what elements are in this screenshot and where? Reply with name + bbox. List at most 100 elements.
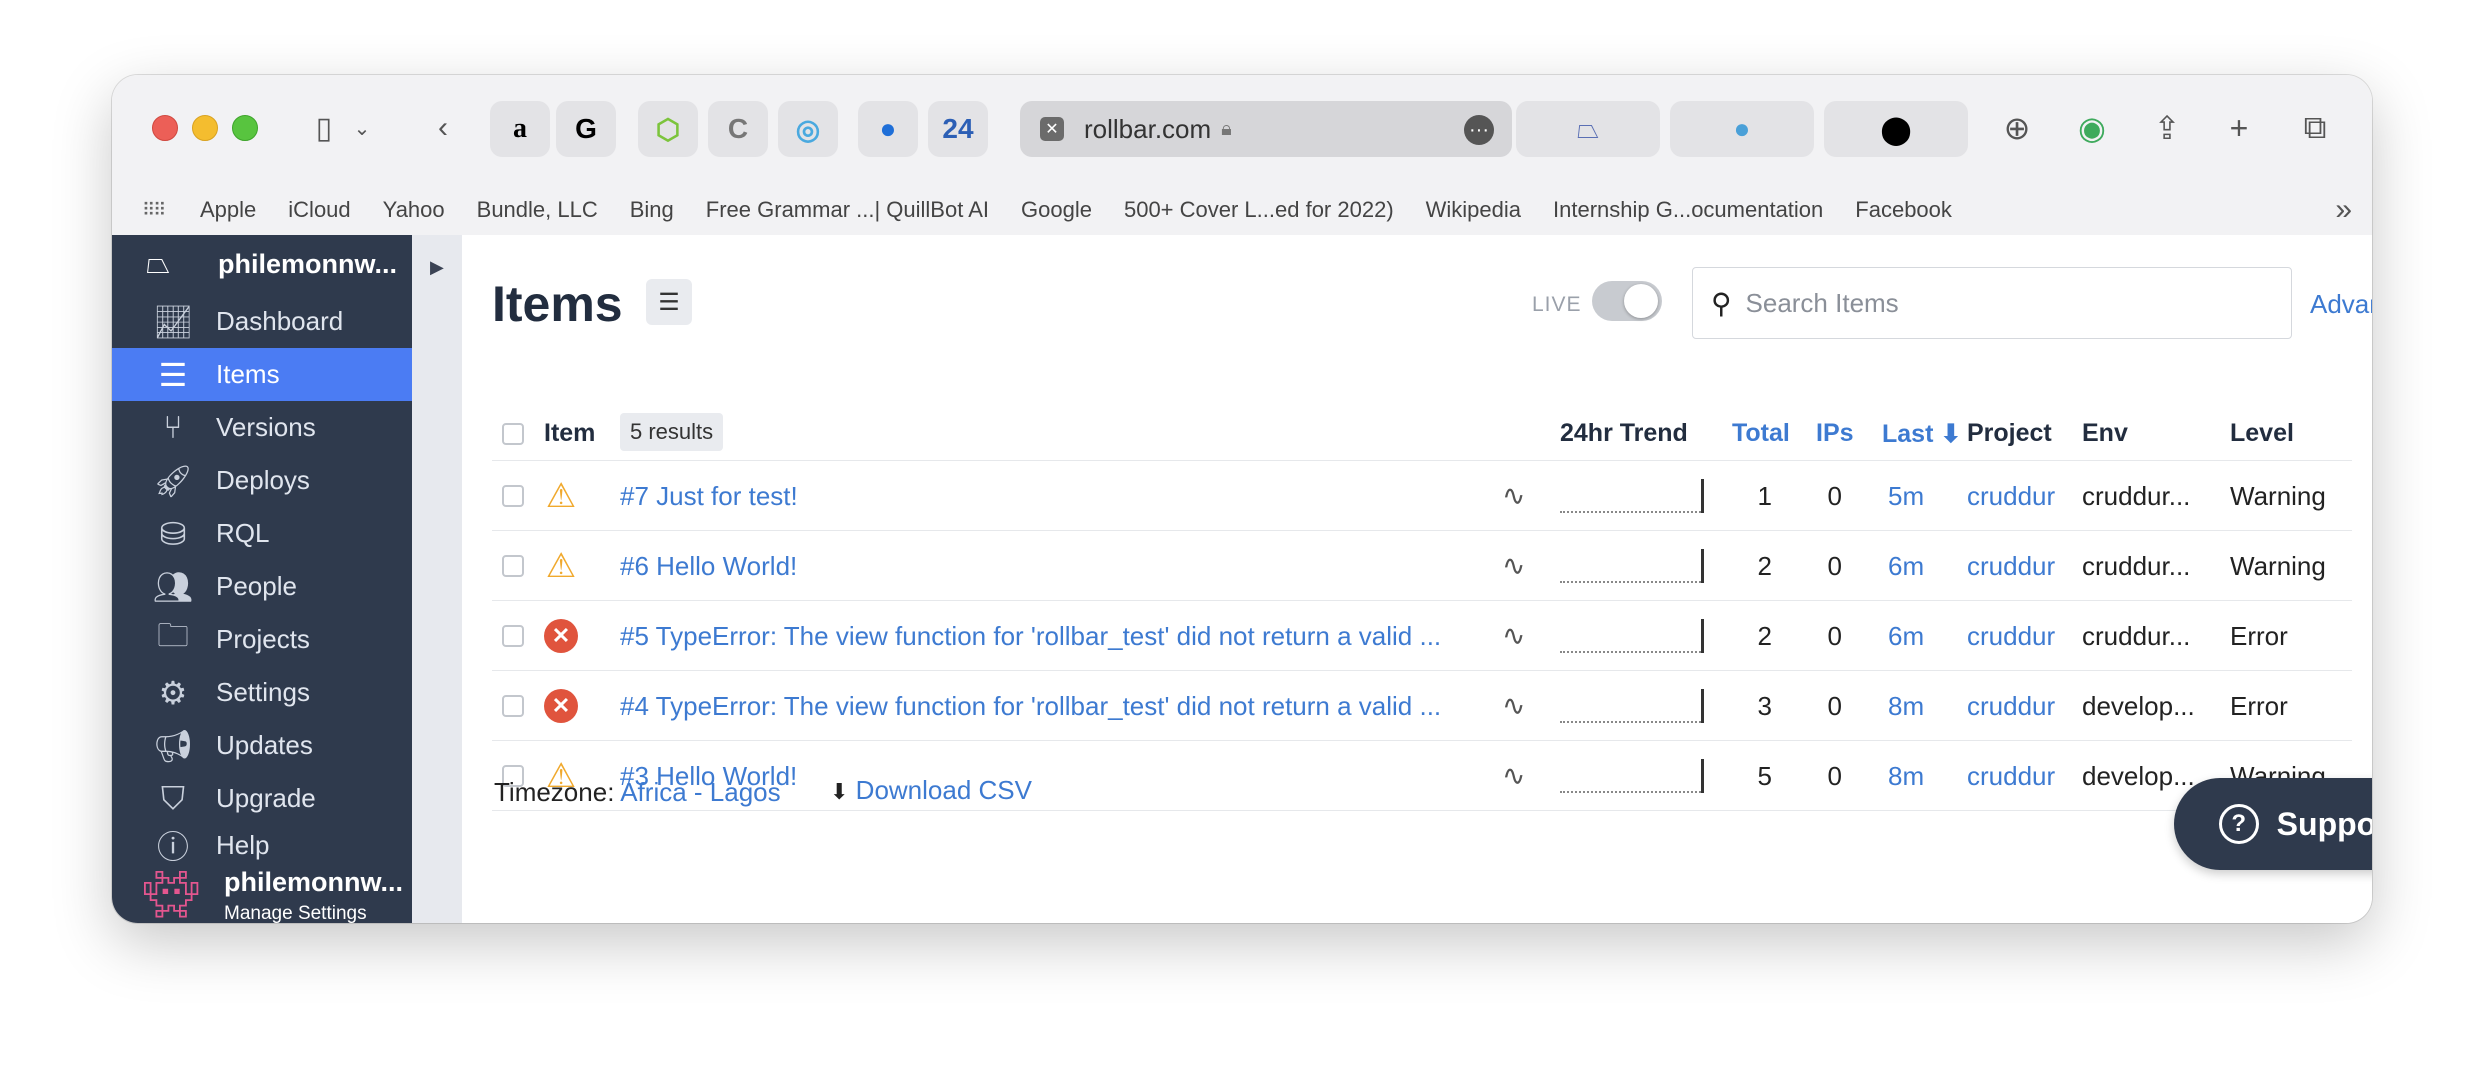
level-text: Error bbox=[2230, 621, 2288, 651]
bookmark-bundle[interactable]: Bundle, LLC bbox=[477, 197, 598, 223]
view-options-button[interactable]: ☰ bbox=[646, 279, 692, 325]
last-seen-link[interactable]: 5m bbox=[1888, 481, 1924, 512]
share-icon[interactable]: ⇪ bbox=[2142, 103, 2192, 153]
tab-24[interactable]: 24 bbox=[928, 101, 988, 157]
download-csv[interactable]: ⬇ Download CSV bbox=[830, 775, 1032, 806]
sidebar-item-deploys[interactable]: 🚀︎ Deploys bbox=[112, 454, 412, 507]
trend-sparkline bbox=[1560, 549, 1704, 583]
advanced-search-link[interactable]: Advanced bbox=[2310, 289, 2372, 320]
sidebar-item-items[interactable]: ☰ Items bbox=[112, 348, 412, 401]
project-link[interactable]: cruddur bbox=[1967, 481, 2055, 512]
python-icon: ∿ bbox=[1502, 690, 1526, 721]
row-checkbox[interactable] bbox=[502, 555, 524, 577]
address-bar[interactable]: ✕ rollbar.com 🔒︎ ··· bbox=[1020, 101, 1512, 157]
manage-settings-link[interactable]: Manage Settings bbox=[224, 903, 367, 923]
item-title-link[interactable]: #4 TypeError: The view function for 'rol… bbox=[620, 691, 1480, 722]
bookmark-wikipedia[interactable]: Wikipedia bbox=[1426, 197, 1521, 223]
tab-github[interactable]: G bbox=[556, 101, 616, 157]
user-menu[interactable]: 👾︎ philemonnw... Manage Settings bbox=[112, 863, 412, 923]
sidebar-item-versions[interactable]: ⑂ Versions bbox=[112, 401, 412, 454]
sidebar-item-rql[interactable]: ⛁ RQL bbox=[112, 507, 412, 560]
item-title-link[interactable]: #5 TypeError: The view function for 'rol… bbox=[620, 621, 1480, 652]
org-switcher[interactable]: ⏢ philemonnw... bbox=[112, 235, 412, 293]
tab-c[interactable]: C bbox=[708, 101, 768, 157]
bookmark-google[interactable]: Google bbox=[1021, 197, 1092, 223]
sidebar-item-people[interactable]: 👥︎ People bbox=[112, 560, 412, 613]
item-title-link[interactable]: #7 Just for test! bbox=[620, 481, 1480, 512]
sidebar-item-label: RQL bbox=[216, 518, 270, 548]
trend-bar bbox=[1701, 479, 1704, 513]
trend-sparkline bbox=[1560, 479, 1704, 513]
tab-blue-circle[interactable]: ● bbox=[858, 101, 918, 157]
download-icon[interactable]: ⊕ bbox=[1992, 103, 2042, 153]
tab-close-icon[interactable]: ✕ bbox=[1040, 117, 1064, 141]
last-seen-link[interactable]: 6m bbox=[1888, 551, 1924, 582]
total-count: 2 bbox=[1757, 551, 1772, 581]
sidebar-item-dashboard[interactable]: 📈︎ Dashboard bbox=[112, 295, 412, 348]
more-bookmarks-icon[interactable]: » bbox=[2335, 193, 2352, 227]
new-tab-icon[interactable]: + bbox=[2214, 103, 2264, 153]
grammarly-icon[interactable]: ◉ bbox=[2067, 103, 2117, 153]
avatar: 👾︎ bbox=[142, 868, 201, 920]
support-button[interactable]: ? Support bbox=[2174, 778, 2372, 870]
table-row[interactable]: ⚠ #6 Hello World! ∿ 2 0 6m cruddur cruddur... Wa… bbox=[492, 531, 2352, 601]
project-link[interactable]: cruddur bbox=[1967, 691, 2055, 722]
rollbar-logo-icon: ⏢ bbox=[146, 247, 170, 280]
tab-github-2[interactable]: ⬤ bbox=[1824, 101, 1968, 157]
row-checkbox[interactable] bbox=[502, 625, 524, 647]
search-input[interactable] bbox=[1745, 287, 2246, 319]
timezone-link[interactable]: Africa - Lagos bbox=[620, 777, 780, 807]
more-icon[interactable]: ··· bbox=[1464, 115, 1494, 145]
sidebar-toggle-icon[interactable]: ▯ bbox=[304, 103, 344, 153]
col-ips[interactable]: IPs bbox=[1816, 419, 1854, 448]
sidebar-item-help[interactable]: ⓘ Help bbox=[112, 825, 412, 865]
trend-sparkline bbox=[1560, 619, 1704, 653]
bookmark-cover-letters[interactable]: 500+ Cover L...ed for 2022) bbox=[1124, 197, 1394, 223]
sidebar-collapse-toggle[interactable]: ▶ bbox=[412, 235, 462, 923]
last-seen-link[interactable]: 8m bbox=[1888, 761, 1924, 792]
tab-cube[interactable]: ⬡ bbox=[638, 101, 698, 157]
bookmark-apple[interactable]: Apple bbox=[200, 197, 256, 223]
tab-overview-icon[interactable]: ⧉ bbox=[2290, 103, 2340, 153]
bookmark-facebook[interactable]: Facebook bbox=[1855, 197, 1952, 223]
col-last[interactable]: Last ⬇ bbox=[1882, 419, 1961, 449]
zoom-window-button[interactable] bbox=[232, 115, 258, 141]
bookmark-internship[interactable]: Internship G...ocumentation bbox=[1553, 197, 1823, 223]
sidebar-item-projects[interactable]: 🗀 Projects bbox=[112, 613, 412, 666]
python-icon: ∿ bbox=[1502, 760, 1526, 791]
sidebar-item-settings[interactable]: ⚙ Settings bbox=[112, 666, 412, 719]
download-csv-link[interactable]: Download CSV bbox=[856, 775, 1032, 805]
chevron-down-icon[interactable]: ⌄ bbox=[350, 103, 374, 153]
item-title-link[interactable]: #6 Hello World! bbox=[620, 551, 1480, 582]
sidebar-item-updates[interactable]: 📢︎ Updates bbox=[112, 719, 412, 772]
trend-bar bbox=[1701, 549, 1704, 583]
bookmark-icloud[interactable]: iCloud bbox=[288, 197, 350, 223]
last-seen-link[interactable]: 6m bbox=[1888, 621, 1924, 652]
minimize-window-button[interactable] bbox=[192, 115, 218, 141]
bookmark-bing[interactable]: Bing bbox=[630, 197, 674, 223]
select-all-checkbox[interactable] bbox=[502, 423, 524, 445]
tab-chat[interactable]: ● bbox=[1670, 101, 1814, 157]
tab-amazon[interactable]: a bbox=[490, 101, 550, 157]
bookmark-yahoo[interactable]: Yahoo bbox=[383, 197, 445, 223]
apps-grid-icon[interactable]: ⠿⠿ bbox=[142, 200, 168, 221]
table-row[interactable]: ✕ #4 TypeError: The view function for 'ro… bbox=[492, 671, 2352, 741]
row-checkbox[interactable] bbox=[502, 485, 524, 507]
close-window-button[interactable] bbox=[152, 115, 178, 141]
table-row[interactable]: ⚠ #7 Just for test! ∿ 1 0 5m cruddur cruddur...… bbox=[492, 461, 2352, 531]
live-toggle[interactable] bbox=[1592, 281, 1662, 321]
tab-clock[interactable]: ◎ bbox=[778, 101, 838, 157]
last-seen-link[interactable]: 8m bbox=[1888, 691, 1924, 722]
tab-rollbar[interactable]: ⏢ bbox=[1516, 101, 1660, 157]
project-link[interactable]: cruddur bbox=[1967, 761, 2055, 792]
col-project: Project bbox=[1967, 419, 2052, 447]
sidebar-item-upgrade[interactable]: ⛉ Upgrade bbox=[112, 772, 412, 825]
table-row[interactable]: ✕ #5 TypeError: The view function for 'ro… bbox=[492, 601, 2352, 671]
total-count: 2 bbox=[1757, 621, 1772, 651]
project-link[interactable]: cruddur bbox=[1967, 621, 2055, 652]
project-link[interactable]: cruddur bbox=[1967, 551, 2055, 582]
back-icon[interactable]: ‹ bbox=[428, 103, 458, 153]
row-checkbox[interactable] bbox=[502, 695, 524, 717]
bookmark-quillbot[interactable]: Free Grammar ...| QuillBot AI bbox=[706, 197, 989, 223]
col-total[interactable]: Total bbox=[1732, 419, 1790, 448]
